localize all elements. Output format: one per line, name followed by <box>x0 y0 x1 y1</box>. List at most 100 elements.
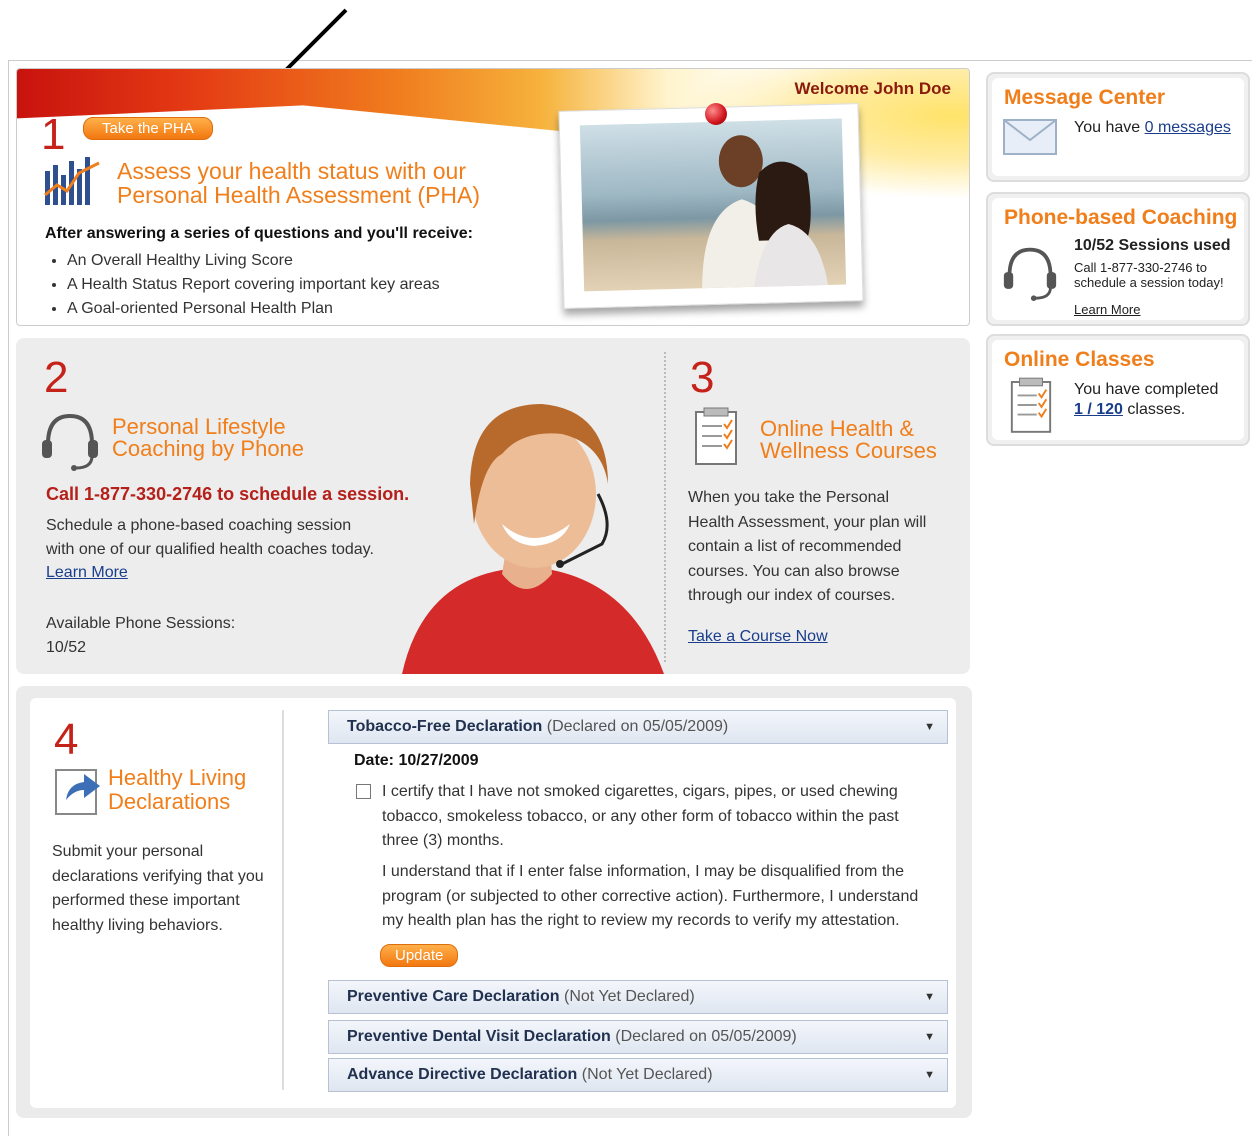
pha-title-line1: Assess your health status with our <box>117 158 466 184</box>
declaration-status: (Not Yet Declared) <box>581 1066 713 1083</box>
declaration-date: Date: 10/27/2009 <box>354 752 479 769</box>
declarations-title-line2: Declarations <box>108 789 231 814</box>
understand-text-line: program (or subjected to other correctiv… <box>382 887 919 905</box>
certify-checkbox[interactable] <box>356 784 371 799</box>
panel-divider <box>664 352 666 662</box>
coaching-title-line1: Personal Lifestyle <box>112 414 286 439</box>
available-sessions-label: Available Phone Sessions: <box>46 615 236 632</box>
coaching-courses-panel: 2 Personal Lifestyle Coaching by Phone C… <box>16 338 970 674</box>
classes-link[interactable]: 1 / 120 <box>1074 401 1123 418</box>
couple-photo-image <box>579 118 847 292</box>
pha-benefits-list: An Overall Healthy Living Score A Health… <box>67 249 440 321</box>
declaration-name: Advance Directive Declaration <box>347 1066 578 1083</box>
couple-photo <box>558 103 864 309</box>
sessions-used: 10/52 Sessions used <box>1074 237 1231 254</box>
courses-description-line: courses. You can also browse <box>688 562 900 580</box>
list-item: An Overall Healthy Living Score <box>67 249 440 273</box>
take-course-link[interactable]: Take a Course Now <box>688 628 828 646</box>
list-item: A Goal-oriented Personal Health Plan <box>67 297 440 321</box>
online-classes-title: Online Classes <box>1004 348 1155 371</box>
declarations-title-line1: Healthy Living <box>108 765 247 790</box>
declarations-description-line: healthy living behaviors. <box>52 916 223 934</box>
accordion-tobacco-free[interactable]: Tobacco-Free Declaration (Declared on 05… <box>328 710 948 744</box>
widget-body: Message Center You have 0 messages <box>992 78 1244 176</box>
declaration-status: (Not Yet Declared) <box>564 988 695 1005</box>
coaching-title: Personal Lifestyle Coaching by Phone <box>112 416 304 460</box>
coaching-call-line: schedule a session today! <box>1074 275 1224 290</box>
step-number: 1 <box>41 110 66 159</box>
certify-text-line: tobacco, smokeless tobacco, or any other… <box>382 807 899 825</box>
phone-coaching-title: Phone-based Coaching <box>1004 206 1238 229</box>
chevron-down-icon: ▼ <box>924 991 935 1003</box>
declaration-status: (Declared on 05/05/2009) <box>615 1028 797 1045</box>
step-number: 3 <box>690 353 715 402</box>
available-sessions: Available Phone Sessions: 10/52 <box>46 612 235 660</box>
declaration-name: Tobacco-Free Declaration <box>347 718 543 735</box>
coaching-learn-more-link[interactable]: Learn More <box>1074 300 1140 320</box>
declarations-divider <box>282 710 284 1090</box>
available-sessions-value: 10/52 <box>46 639 87 656</box>
accordion-dental-visit[interactable]: Preventive Dental Visit Declaration (Dec… <box>328 1020 948 1054</box>
courses-description-line: through our index of courses. <box>688 587 896 604</box>
classes-completed-text: 1 / 120 classes. <box>1074 400 1185 420</box>
message-count-text: You have 0 messages <box>1074 118 1231 138</box>
coaching-call-text: Call 1-877-330-2746 to schedule a sessio… <box>1074 260 1224 290</box>
declarations-panel: 4 Healthy Living Declarations Submit you… <box>16 686 972 1118</box>
messages-link[interactable]: 0 messages <box>1145 119 1231 136</box>
declaration-name: Preventive Dental Visit Declaration <box>347 1028 611 1045</box>
headset-icon <box>42 413 98 471</box>
accordion-preventive-care[interactable]: Preventive Care Declaration (Not Yet Dec… <box>328 980 948 1014</box>
widget-body: Phone-based Coaching 10/52 Sessions used… <box>992 198 1244 320</box>
coaching-call-text: Call 1-877-330-2746 to schedule a sessio… <box>46 484 410 504</box>
courses-description: When you take the Personal Health Assess… <box>688 486 958 609</box>
certify-text: I certify that I have not smoked cigaret… <box>382 780 942 854</box>
declarations-card: 4 Healthy Living Declarations Submit you… <box>30 698 956 1108</box>
coaching-learn-more-link[interactable]: Learn More <box>46 564 128 582</box>
checklist-icon <box>695 407 737 465</box>
pha-title: Assess your health status with our Perso… <box>117 159 480 207</box>
take-pha-button[interactable]: Take the PHA <box>83 117 213 140</box>
courses-description-line: contain a list of recommended <box>688 538 902 555</box>
headset-icon <box>1003 247 1057 301</box>
declarations-title: Healthy Living Declarations <box>108 766 246 814</box>
chevron-down-icon: ▼ <box>924 1031 935 1043</box>
coaching-call-line: Call 1-877-330-2746 to <box>1074 260 1207 275</box>
checklist-icon <box>1010 377 1052 433</box>
certify-text-line: three (3) months. <box>382 832 504 849</box>
understand-text: I understand that if I enter false infor… <box>382 860 942 934</box>
pha-panel: Welcome John Doe 1 Take the PHA Assess y… <box>16 68 970 326</box>
chevron-down-icon: ▼ <box>924 721 935 733</box>
coach-woman-photo <box>402 404 664 674</box>
step-number: 2 <box>44 353 69 402</box>
accordion-advance-directive[interactable]: Advance Directive Declaration (Not Yet D… <box>328 1058 948 1092</box>
coaching-description-line: with one of our qualified health coaches… <box>46 541 374 558</box>
pha-intro: After answering a series of questions an… <box>45 225 473 242</box>
declarations-description: Submit your personal declarations verify… <box>52 840 282 938</box>
understand-text-line: my health plan has the right to review m… <box>382 912 900 929</box>
list-item: A Health Status Report covering importan… <box>67 273 440 297</box>
classes-completed-label: You have completed <box>1074 381 1219 398</box>
coaching-title-line2: Coaching by Phone <box>112 436 305 461</box>
coaching-description-line: Schedule a phone-based coaching session <box>46 517 352 534</box>
message-center-title: Message Center <box>1004 86 1166 109</box>
courses-title-line2: Wellness Courses <box>760 438 937 463</box>
courses-description-line: When you take the Personal <box>688 489 890 506</box>
push-pin-icon <box>705 103 727 125</box>
courses-description-line: Health Assessment, your plan will <box>688 513 927 531</box>
understand-text-line: I understand that if I enter false infor… <box>382 863 905 880</box>
declarations-description-line: Submit your personal <box>52 843 204 860</box>
message-center-widget: Message Center You have 0 messages <box>986 72 1250 182</box>
classes-suffix: classes. <box>1122 401 1186 418</box>
couple-illustration <box>702 135 829 289</box>
envelope-icon <box>1003 119 1057 155</box>
declaration-name: Preventive Care Declaration <box>347 988 560 1005</box>
welcome-text: Welcome John Doe <box>794 79 952 98</box>
courses-title-line1: Online Health & <box>760 416 915 441</box>
update-button[interactable]: Update <box>380 944 459 967</box>
phone-coaching-widget: Phone-based Coaching 10/52 Sessions used… <box>986 192 1250 326</box>
online-classes-widget: Online Classes You have completed 1 / 12… <box>986 334 1250 446</box>
courses-title: Online Health & Wellness Courses <box>760 418 937 462</box>
declarations-description-line: performed these important <box>52 892 240 909</box>
coaching-description: Schedule a phone-based coaching session … <box>46 514 406 562</box>
chevron-down-icon: ▼ <box>924 1069 935 1081</box>
